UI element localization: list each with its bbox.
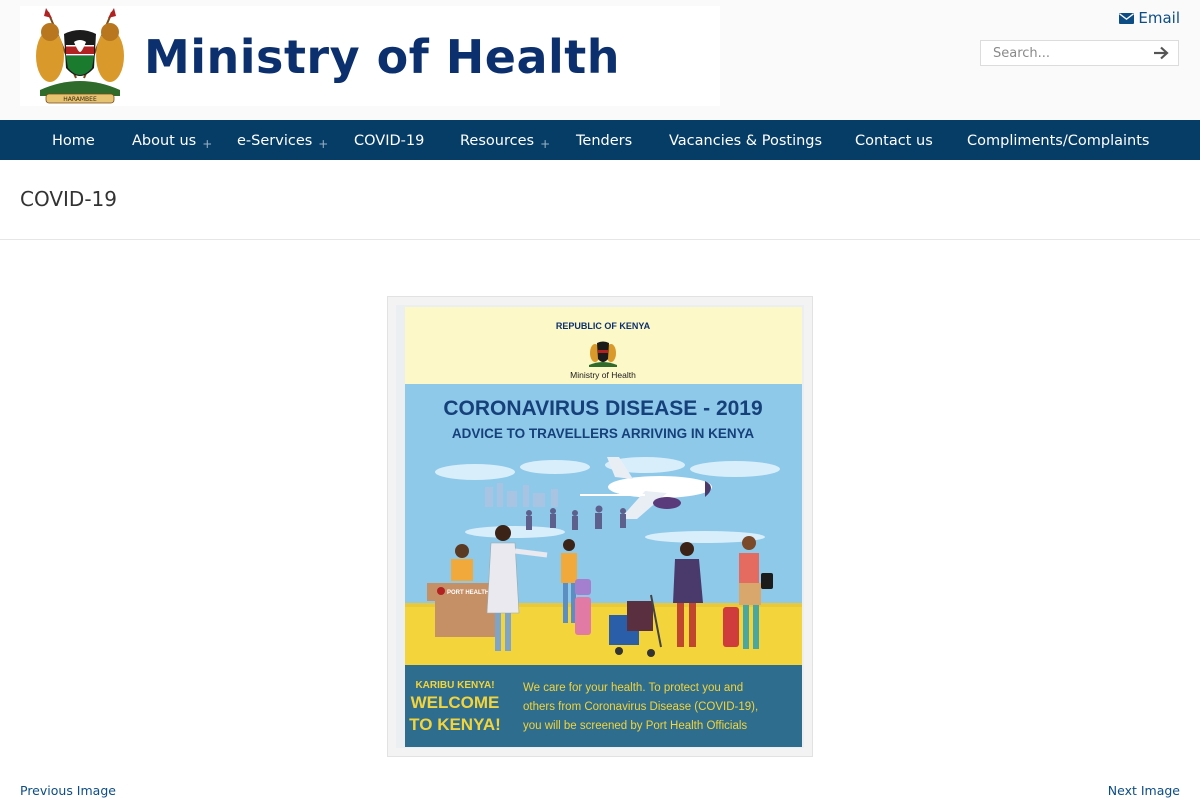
nav-item-label: Resources <box>460 133 535 149</box>
submenu-plus-icon: + <box>540 137 551 151</box>
nav-item-covid-19[interactable]: COVID-19 <box>354 120 424 160</box>
poster-message-line3: you will be screened by Port Health Offi… <box>523 720 747 732</box>
svg-text:HARAMBEE: HARAMBEE <box>63 96 97 103</box>
nav-item-label: About us <box>132 133 197 149</box>
submenu-plus-icon: + <box>318 137 329 151</box>
arrow-right-icon[interactable] <box>1152 45 1170 61</box>
poster-karibu-text: KARIBU KENYA! <box>415 680 494 691</box>
main-nav: Home About us + e-Services + COVID-19 Reso… <box>0 120 1200 160</box>
nav-item-contact-us[interactable]: Contact us <box>855 120 933 160</box>
site-title: Ministry of Health <box>144 30 620 84</box>
poster-headline: CORONAVIRUS DISEASE - 2019 <box>443 397 762 420</box>
nav-item-vacancies[interactable]: Vacancies & Postings <box>669 120 822 160</box>
poster-ministry-text: Ministry of Health <box>570 370 636 380</box>
poster-republic-text: REPUBLIC OF KENYA <box>556 321 651 331</box>
site-header: HARAMBEE Ministry of Health Email <box>0 0 1200 120</box>
nav-item-home[interactable]: Home <box>52 120 95 160</box>
poster-message-line1: We care for your health. To protect you … <box>523 682 743 694</box>
page-title: COVID-19 <box>20 187 118 211</box>
envelope-icon <box>1119 12 1135 24</box>
search-input[interactable] <box>981 41 1146 65</box>
search-box <box>980 40 1179 66</box>
previous-image-link[interactable]: Previous Image <box>20 783 116 798</box>
nav-item-tenders[interactable]: Tenders <box>576 120 632 160</box>
poster-welcome-line1: WELCOME <box>411 693 500 712</box>
nav-item-compliments-complaints[interactable]: Compliments/Complaints <box>967 120 1149 160</box>
attachment-image-frame: REPUBLIC OF KENYA Ministry of Health COR… <box>387 296 813 757</box>
nav-item-label: Tenders <box>576 133 633 149</box>
covid-travel-poster[interactable]: REPUBLIC OF KENYA Ministry of Health COR… <box>405 307 802 747</box>
poster-welcome-line2: TO KENYA! <box>409 715 501 734</box>
nav-item-label: Home <box>52 133 95 149</box>
site-logo[interactable]: HARAMBEE Ministry of Health <box>20 6 720 106</box>
poster-subheadline: ADVICE TO TRAVELLERS ARRIVING IN KENYA <box>452 426 755 441</box>
nav-item-label: Vacancies & Postings <box>669 133 823 149</box>
nav-item-label: Compliments/Complaints <box>967 133 1150 149</box>
nav-item-e-services[interactable]: e-Services + <box>237 120 328 160</box>
nav-item-resources[interactable]: Resources + <box>460 120 550 160</box>
next-image-link[interactable]: Next Image <box>1108 783 1180 798</box>
email-label: Email <box>1138 9 1180 27</box>
nav-item-label: Contact us <box>855 133 933 149</box>
coat-of-arms-icon: HARAMBEE <box>36 8 124 104</box>
nav-item-label: e-Services <box>237 133 313 149</box>
submenu-plus-icon: + <box>202 137 213 151</box>
poster-desk-label: PORT HEALTH <box>447 590 489 596</box>
nav-item-label: COVID-19 <box>354 133 425 149</box>
poster-message-line2: others from Coronavirus Disease (COVID-1… <box>523 701 758 713</box>
page-header: COVID-19 <box>0 160 1200 240</box>
nav-item-about-us[interactable]: About us + <box>132 120 212 160</box>
email-link[interactable]: Email <box>1119 9 1180 27</box>
